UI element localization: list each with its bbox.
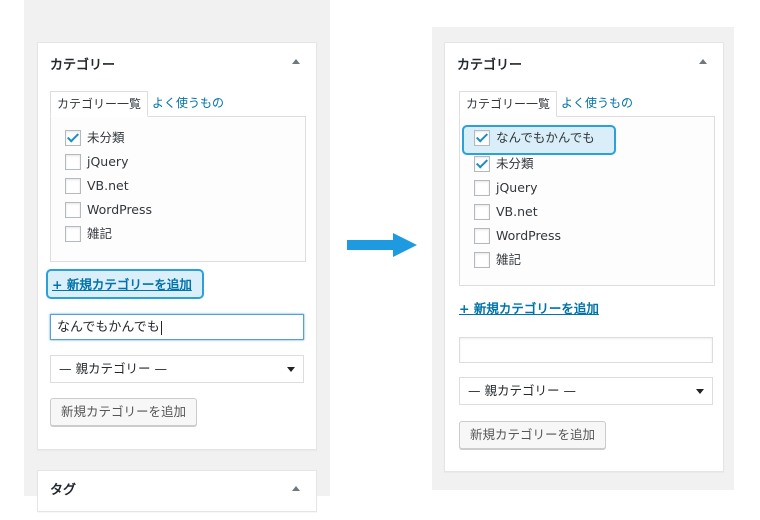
category-label: 未分類 xyxy=(496,156,534,171)
new-category-value: なんでもかんでも xyxy=(57,320,160,335)
after-panel: カテゴリー カテゴリー一覧 よく使うもの なんでもかんでも 未分類 jQuery xyxy=(432,27,734,490)
checkbox-icon[interactable] xyxy=(474,156,490,172)
tag-metabox-title: タグ xyxy=(50,483,77,498)
new-category-input[interactable]: なんでもかんでも xyxy=(50,314,304,340)
category-label: 雑記 xyxy=(87,226,113,241)
new-category-input[interactable] xyxy=(459,337,713,363)
parent-category-select[interactable]: — 親カテゴリー — xyxy=(459,377,713,405)
add-new-category-link[interactable]: + 新規カテゴリーを追加 xyxy=(459,298,599,317)
category-label: 未分類 xyxy=(87,130,125,145)
category-checklist: なんでもかんでも 未分類 jQuery VB.net WordPress 雑記 xyxy=(459,116,715,286)
category-label: WordPress xyxy=(87,202,153,217)
category-metabox: カテゴリー カテゴリー一覧 よく使うもの なんでもかんでも 未分類 jQuery xyxy=(444,42,724,472)
toggle-up-icon[interactable] xyxy=(292,486,300,491)
category-label: 雑記 xyxy=(496,252,522,267)
dropdown-arrow-icon xyxy=(696,389,704,394)
toggle-up-icon[interactable] xyxy=(292,59,300,64)
checkbox-icon[interactable] xyxy=(474,228,490,244)
category-label: jQuery xyxy=(496,180,538,195)
metabox-header[interactable]: カテゴリー xyxy=(38,43,316,81)
checkbox-icon[interactable] xyxy=(65,154,81,170)
checkbox-icon[interactable] xyxy=(474,252,490,268)
tab-all-categories[interactable]: カテゴリー一覧 xyxy=(50,91,149,117)
parent-category-select[interactable]: — 親カテゴリー — xyxy=(50,355,304,383)
toggle-up-icon[interactable] xyxy=(699,59,707,64)
checkbox-icon[interactable] xyxy=(65,202,81,218)
dropdown-arrow-icon xyxy=(287,367,295,372)
add-new-category-link[interactable]: + 新規カテゴリーを追加 xyxy=(52,274,192,293)
arrow-right-icon xyxy=(347,233,417,257)
category-label: VB.net xyxy=(87,178,129,193)
parent-select-value: — 親カテゴリー — xyxy=(59,361,167,376)
checkbox-icon[interactable] xyxy=(65,178,81,194)
checkbox-icon[interactable] xyxy=(65,226,81,242)
category-label: VB.net xyxy=(496,204,538,219)
category-label: なんでもかんでも xyxy=(496,130,595,145)
category-metabox: カテゴリー カテゴリー一覧 よく使うもの 未分類 jQuery VB.net W… xyxy=(37,42,317,450)
metabox-title: カテゴリー xyxy=(457,58,523,73)
add-category-button[interactable]: 新規カテゴリーを追加 xyxy=(459,421,607,449)
category-label: jQuery xyxy=(87,154,129,169)
tab-most-used[interactable]: よく使うもの xyxy=(146,91,230,115)
checkbox-icon[interactable] xyxy=(65,130,81,146)
category-label: WordPress xyxy=(496,228,562,243)
category-tabs: カテゴリー一覧 よく使うもの xyxy=(459,91,713,117)
category-tabs: カテゴリー一覧 よく使うもの xyxy=(50,91,304,117)
checkbox-icon[interactable] xyxy=(474,180,490,196)
checkbox-icon[interactable] xyxy=(474,130,490,146)
parent-select-value: — 親カテゴリー — xyxy=(468,383,576,398)
metabox-title: カテゴリー xyxy=(50,58,116,73)
category-checklist: 未分類 jQuery VB.net WordPress 雑記 xyxy=(50,116,306,262)
before-panel: カテゴリー カテゴリー一覧 よく使うもの 未分類 jQuery VB.net W… xyxy=(24,0,330,512)
metabox-header[interactable]: カテゴリー xyxy=(445,43,723,81)
tab-most-used[interactable]: よく使うもの xyxy=(555,91,639,115)
tag-metabox: タグ xyxy=(37,470,317,512)
add-category-button[interactable]: 新規カテゴリーを追加 xyxy=(50,398,198,426)
text-caret xyxy=(160,320,162,335)
tab-all-categories[interactable]: カテゴリー一覧 xyxy=(459,91,558,117)
checkbox-icon[interactable] xyxy=(474,204,490,220)
